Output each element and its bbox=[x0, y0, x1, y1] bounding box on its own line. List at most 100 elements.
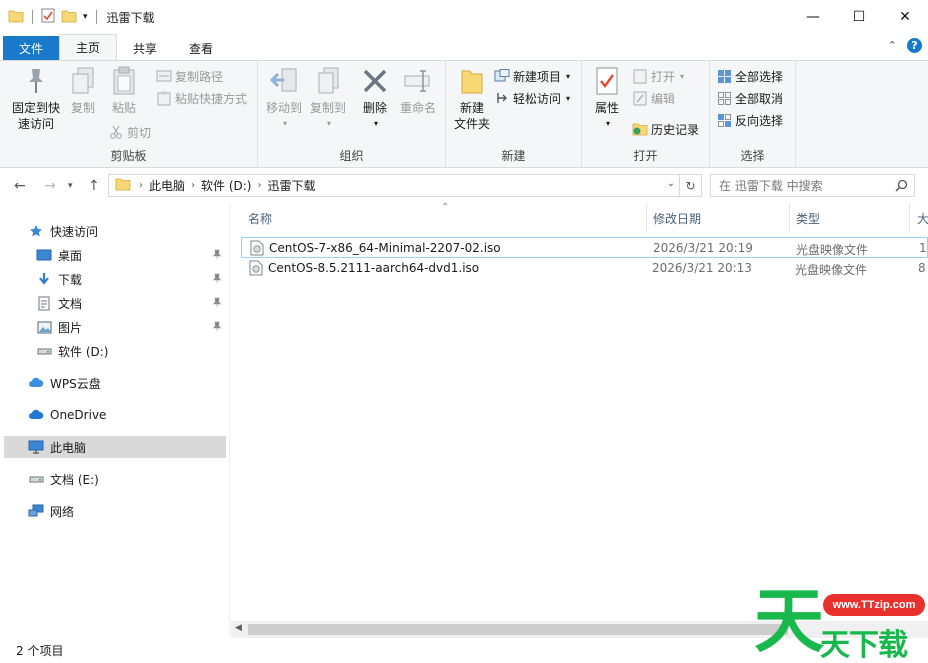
tab-home[interactable]: 主页 bbox=[59, 34, 118, 60]
cloud-icon bbox=[28, 375, 44, 391]
invert-selection-button[interactable]: 反向选择 bbox=[716, 110, 783, 130]
open-label: 打开 bbox=[651, 69, 676, 84]
properties-caret-icon: ▾ bbox=[605, 119, 610, 128]
nav-label: 快速访问 bbox=[50, 224, 99, 239]
properties-icon[interactable] bbox=[41, 8, 55, 26]
recent-locations-chevron-icon[interactable]: ▾ bbox=[68, 181, 73, 191]
properties-button[interactable]: 属性 ▾ bbox=[590, 65, 624, 132]
select-none-icon bbox=[716, 90, 732, 106]
collapse-ribbon-chevron-icon[interactable]: ⌃ bbox=[888, 39, 897, 52]
edit-button[interactable]: 编辑 bbox=[632, 88, 675, 108]
group-label-open: 打开 bbox=[633, 149, 658, 163]
edit-label: 编辑 bbox=[651, 91, 676, 106]
copy-path-button[interactable]: 复制路径 bbox=[156, 66, 223, 86]
group-label-select: 选择 bbox=[740, 149, 765, 163]
address-dropdown-chevron-icon[interactable]: ⌄ bbox=[667, 178, 675, 189]
copy-button[interactable]: 复制 bbox=[66, 65, 100, 116]
nav-network[interactable]: 网络 bbox=[4, 500, 226, 522]
pin-icon bbox=[212, 248, 222, 262]
easy-access-button[interactable]: 轻松访问 ▾ bbox=[494, 88, 570, 108]
new-folder-button[interactable]: 新建 文件夹 bbox=[450, 65, 494, 132]
pin-label-line2: 速访问 bbox=[17, 117, 54, 131]
item-count: 2 个项目 bbox=[16, 644, 64, 658]
watermark-text: 天下载 bbox=[820, 628, 908, 663]
rename-button[interactable]: 重命名 bbox=[396, 65, 440, 116]
column-header-modified[interactable]: 修改日期 bbox=[653, 204, 701, 232]
breadcrumb-chevron-icon[interactable]: › bbox=[139, 180, 143, 191]
column-header-type[interactable]: 类型 bbox=[796, 204, 820, 232]
close-button[interactable]: ✕ bbox=[882, 0, 928, 34]
up-arrow-icon[interactable]: ↑ bbox=[88, 178, 100, 194]
nav-label: 图片 bbox=[58, 320, 83, 335]
nav-label: OneDrive bbox=[50, 408, 107, 422]
address-bar[interactable]: › 此电脑 › 软件 (D:) › 迅雷下载 ⌄ ↻ bbox=[108, 174, 702, 197]
maximize-button[interactable]: ☐ bbox=[836, 0, 882, 34]
back-arrow-icon[interactable]: ← bbox=[14, 178, 26, 194]
cut-button[interactable]: 剪切 bbox=[108, 122, 151, 142]
tab-share[interactable]: 共享 bbox=[117, 36, 173, 60]
minimize-button[interactable]: — bbox=[790, 0, 836, 34]
nav-label: WPS云盘 bbox=[50, 376, 101, 391]
nav-pictures[interactable]: 图片 bbox=[4, 316, 226, 338]
copy-to-icon bbox=[312, 65, 344, 97]
nav-downloads[interactable]: 下载 bbox=[4, 268, 226, 290]
paste-shortcut-button[interactable]: 粘贴快捷方式 bbox=[156, 88, 247, 108]
history-button[interactable]: 历史记录 bbox=[632, 119, 699, 139]
column-divider[interactable] bbox=[789, 204, 790, 232]
forward-arrow-icon[interactable]: → bbox=[44, 178, 56, 194]
column-header-name[interactable]: 名称 bbox=[248, 204, 272, 232]
nav-wps-cloud[interactable]: WPS云盘 bbox=[4, 372, 226, 394]
breadcrumb-this-pc[interactable]: 此电脑 bbox=[149, 177, 185, 194]
breadcrumb-drive-d[interactable]: 软件 (D:) bbox=[201, 177, 251, 194]
search-icon[interactable] bbox=[895, 179, 908, 195]
refresh-icon[interactable]: ↻ bbox=[679, 175, 701, 196]
open-icon bbox=[632, 68, 648, 84]
search-placeholder: 在 迅雷下载 中搜索 bbox=[719, 179, 823, 193]
new-item-caret-icon: ▾ bbox=[566, 71, 571, 81]
breadcrumb-current-folder[interactable]: 迅雷下载 bbox=[267, 177, 315, 194]
column-header-size[interactable]: 大 bbox=[917, 204, 928, 232]
open-button[interactable]: 打开 ▾ bbox=[632, 66, 684, 86]
pin-label-line1: 固定到快 bbox=[11, 101, 60, 115]
customize-toolbar-chevron-icon[interactable]: ▾ bbox=[83, 12, 88, 22]
select-none-button[interactable]: 全部取消 bbox=[716, 88, 783, 108]
nav-desktop[interactable]: 桌面 bbox=[4, 244, 226, 266]
nav-drive-d[interactable]: 软件 (D:) bbox=[4, 340, 226, 362]
breadcrumb-chevron-icon[interactable]: › bbox=[191, 180, 195, 191]
computer-icon bbox=[28, 439, 44, 455]
help-icon[interactable]: ? bbox=[907, 38, 922, 53]
nav-quick-access[interactable]: 快速访问 bbox=[4, 220, 226, 242]
file-row[interactable]: CentOS-8.5.2111-aarch64-dvd1.iso 2026/3/… bbox=[241, 258, 928, 279]
move-to-button[interactable]: 移动到 ▾ bbox=[262, 65, 306, 132]
tab-view[interactable]: 查看 bbox=[173, 36, 229, 60]
nav-drive-e[interactable]: 文档 (E:) bbox=[4, 468, 226, 490]
breadcrumb-chevron-icon[interactable]: › bbox=[257, 180, 261, 191]
delete-button[interactable]: 删除 ▾ bbox=[358, 65, 392, 132]
download-arrow-icon bbox=[36, 271, 52, 287]
drive-icon bbox=[36, 343, 52, 359]
column-divider[interactable] bbox=[909, 204, 910, 232]
copy-to-button[interactable]: 复制到 ▾ bbox=[306, 65, 350, 132]
select-all-button[interactable]: 全部选择 bbox=[716, 66, 783, 86]
new-folder-icon[interactable] bbox=[61, 9, 77, 26]
new-item-button[interactable]: 新建项目 ▾ bbox=[494, 66, 570, 86]
new-folder-icon bbox=[456, 65, 488, 97]
group-organize: 移动到 ▾ 复制到 ▾ 删除 ▾ 重命名 组织 bbox=[258, 61, 446, 168]
scrollbar-thumb[interactable] bbox=[248, 624, 788, 635]
nav-onedrive[interactable]: OneDrive bbox=[4, 404, 226, 426]
column-divider[interactable] bbox=[646, 204, 647, 232]
nav-this-pc[interactable]: 此电脑 bbox=[4, 436, 226, 458]
scroll-left-arrow-icon[interactable]: ◀ bbox=[235, 623, 242, 633]
ribbon: 固定到快 速访问 复制 粘贴 复制路径 粘贴快捷方式 剪切 剪贴板 移动到 ▾ … bbox=[0, 60, 928, 168]
star-icon bbox=[28, 223, 44, 239]
tab-file[interactable]: 文件 bbox=[3, 36, 59, 60]
new-folder-label-line1: 新建 bbox=[459, 101, 484, 115]
pin-to-quick-access-button[interactable]: 固定到快 速访问 bbox=[8, 65, 64, 132]
paste-button[interactable]: 粘贴 bbox=[106, 65, 142, 116]
search-input[interactable]: 在 迅雷下载 中搜索 bbox=[710, 174, 915, 197]
select-all-label: 全部选择 bbox=[735, 69, 784, 84]
file-row[interactable]: CentOS-7-x86_64-Minimal-2207-02.iso 2026… bbox=[241, 237, 928, 258]
folder-icon bbox=[8, 9, 24, 26]
paste-label: 粘贴 bbox=[111, 101, 136, 115]
nav-documents[interactable]: 文档 bbox=[4, 292, 226, 314]
